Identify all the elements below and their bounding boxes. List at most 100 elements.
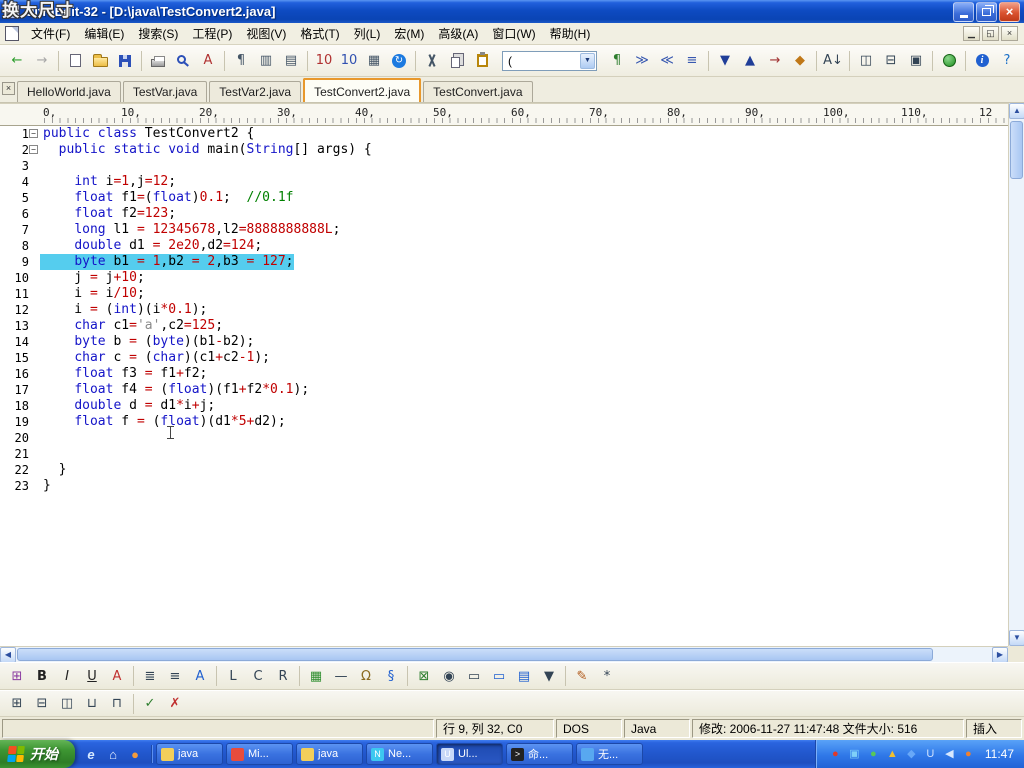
copy-icon[interactable] (445, 49, 469, 73)
fold-toggle-icon[interactable]: − (29, 129, 38, 138)
code-text[interactable]: public class TestConvert2 { (40, 126, 254, 142)
insert-row-icon[interactable]: ⊟ (30, 692, 54, 716)
code-text[interactable]: public static void main(String[] args) { (40, 142, 372, 158)
anchor-icon[interactable]: Ω (354, 664, 378, 688)
find-combo-box[interactable]: ( ▼ (502, 50, 597, 71)
tab-testconvert2-java[interactable]: TestConvert2.java (303, 78, 422, 102)
code-fold-icon[interactable]: ▤ (279, 49, 303, 73)
radio-button-icon[interactable]: ◉ (437, 664, 461, 688)
font-color-icon[interactable]: A (188, 664, 212, 688)
sort-icon[interactable]: A↓ (821, 49, 845, 73)
spellcheck-icon[interactable]: ✓ (138, 692, 162, 716)
chevron-down-icon[interactable]: ▼ (580, 52, 595, 69)
menu-item-advanced[interactable]: 高级(A) (431, 22, 485, 45)
scroll-left-icon[interactable]: ◀ (0, 647, 16, 663)
code-text[interactable]: j = j+10; (40, 270, 144, 286)
tray-monitor-icon[interactable]: ▣ (847, 747, 862, 762)
italic-icon[interactable]: I (55, 664, 79, 688)
help-icon[interactable]: ? (995, 49, 1019, 73)
code-text[interactable]: float f2=123; (40, 206, 176, 222)
code-text[interactable]: float f3 = f1+f2; (40, 366, 207, 382)
restore-button[interactable] (976, 1, 997, 22)
vertical-scrollbar[interactable]: ▲ ▼ (1008, 103, 1024, 646)
mdi-close-button[interactable]: × (1001, 26, 1018, 41)
tray-volume-icon[interactable]: ◀ (942, 747, 957, 762)
tab-testconvert-java[interactable]: TestConvert.java (423, 81, 533, 102)
menu-item-format[interactable]: 格式(T) (293, 22, 346, 45)
save-file-icon[interactable] (113, 49, 137, 73)
mdi-minimize-button[interactable]: ▁ (963, 26, 980, 41)
hex-edit-icon[interactable]: 10 (312, 49, 336, 73)
quicklaunch-media-icon[interactable]: ● (126, 745, 144, 763)
sync-icon[interactable] (387, 49, 411, 73)
tab-helloworld-java[interactable]: HelloWorld.java (17, 81, 121, 102)
code-text[interactable]: char c1='a',c2=125; (40, 318, 223, 334)
insert-column-icon[interactable]: ◫ (55, 692, 79, 716)
align-center-icon[interactable]: C (246, 664, 270, 688)
task-java-folder-1[interactable]: java (156, 743, 223, 765)
tray-ultraedit-icon[interactable]: U (923, 747, 938, 762)
code-editor[interactable]: 1− public class TestConvert2 {2− public s… (0, 126, 1008, 646)
task-command-prompt[interactable]: > 命... (506, 743, 573, 765)
code-text[interactable]: byte b = (byte)(b1-b2); (40, 334, 254, 350)
horizontal-scrollbar[interactable]: ◀ ▶ (0, 646, 1008, 663)
reformat-paragraph-icon[interactable]: ¶ (605, 49, 629, 73)
menu-item-column[interactable]: 列(L) (347, 22, 388, 45)
menu-item-file[interactable]: 文件(F) (24, 22, 77, 45)
task-ne[interactable]: N Ne... (366, 743, 433, 765)
align-left-icon[interactable]: L (221, 664, 245, 688)
table-grid-icon[interactable]: ⊞ (5, 692, 29, 716)
scroll-up-icon[interactable]: ▲ (1009, 103, 1024, 119)
font-icon[interactable]: A (105, 664, 129, 688)
open-file-icon[interactable] (88, 49, 112, 73)
menu-item-help[interactable]: 帮助(H) (543, 22, 598, 45)
hex-insert-icon[interactable]: 10 (337, 49, 361, 73)
horizontal-rule-icon[interactable]: — (329, 664, 353, 688)
menu-item-search[interactable]: 搜索(S) (131, 22, 185, 45)
numbered-list-icon[interactable]: ≡ (163, 664, 187, 688)
tile-vertical-icon[interactable]: ⊟ (879, 49, 903, 73)
align-text-icon[interactable]: ≡ (680, 49, 704, 73)
insert-image-icon[interactable]: ▦ (304, 664, 328, 688)
mdi-restore-button[interactable]: ◱ (982, 26, 999, 41)
code-text[interactable]: float f = (float)(d1*5+d2); (40, 414, 285, 430)
tab-testvar-java[interactable]: TestVar.java (122, 81, 208, 102)
tray-messenger-icon[interactable]: ● (866, 747, 881, 762)
textarea-icon[interactable]: ▤ (512, 664, 536, 688)
cascade-icon[interactable]: ▣ (904, 49, 928, 73)
tray-firewall-icon[interactable]: ● (961, 747, 976, 762)
bold-icon[interactable]: B (30, 664, 54, 688)
close-button[interactable]: × (999, 1, 1020, 22)
code-text[interactable]: long l1 = 12345678,l2=8888888888L; (40, 222, 340, 238)
align-right-icon[interactable]: R (271, 664, 295, 688)
script-icon[interactable]: ✎ (570, 664, 594, 688)
split-cells-icon[interactable]: ⊓ (105, 692, 129, 716)
bullet-list-icon[interactable]: ≣ (138, 664, 162, 688)
code-text[interactable]: double d = d1*i+j; (40, 398, 215, 414)
vertical-scroll-thumb[interactable] (1010, 121, 1023, 179)
menu-item-edit[interactable]: 编辑(E) (77, 22, 131, 45)
document-icon[interactable] (5, 26, 19, 41)
code-text[interactable]: double d1 = 2e20,d2=124; (40, 238, 262, 254)
code-text[interactable]: int i=1,j=12; (40, 174, 176, 190)
menu-item-macro[interactable]: 宏(M) (387, 22, 431, 45)
task-mi[interactable]: Mi... (226, 743, 293, 765)
code-text[interactable]: char c = (char)(c1+c2-1); (40, 350, 270, 366)
horizontal-scroll-thumb[interactable] (17, 648, 933, 661)
code-text[interactable]: } (40, 478, 51, 494)
wrap-text-icon[interactable]: ¶ (229, 49, 253, 73)
tray-antivirus-icon[interactable]: ● (828, 747, 843, 762)
back-icon[interactable]: ← (5, 49, 29, 73)
tab-testvar2-java[interactable]: TestVar2.java (209, 81, 302, 102)
goto-line-icon[interactable]: → (763, 49, 787, 73)
task-untitled[interactable]: 无... (576, 743, 643, 765)
tray-download-icon[interactable]: ◆ (904, 747, 919, 762)
comment-icon[interactable]: * (595, 664, 619, 688)
column-mode-icon[interactable]: ▥ (254, 49, 278, 73)
push-button-icon[interactable]: ▭ (462, 664, 486, 688)
code-text[interactable]: byte b1 = 1,b2 = 2,b3 = 127; (40, 254, 294, 270)
quicklaunch-ie-icon[interactable]: e (82, 745, 100, 763)
underline-icon[interactable]: U (80, 664, 104, 688)
tile-horizontal-icon[interactable]: ◫ (854, 49, 878, 73)
fold-toggle-icon[interactable]: − (29, 145, 38, 154)
